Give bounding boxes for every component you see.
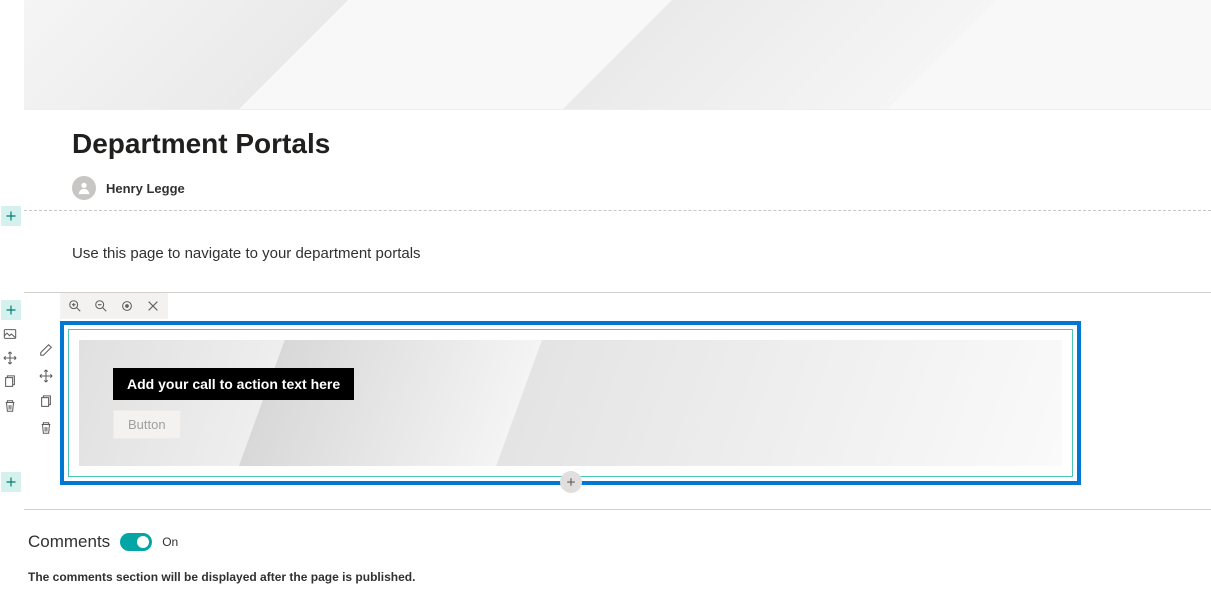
remove-image-icon[interactable] [144,297,162,315]
focal-point-icon[interactable] [118,297,136,315]
comments-toggle[interactable] [120,533,152,551]
webpart-move-icon[interactable] [36,366,56,386]
comments-note: The comments section will be displayed a… [28,570,1207,584]
add-section-button-top[interactable] [1,206,21,226]
section-delete-icon[interactable] [0,396,20,416]
section-move-icon[interactable] [0,348,20,368]
cta-headline-input[interactable]: Add your call to action text here [113,368,354,400]
page-title[interactable]: Department Portals [72,128,1163,160]
call-to-action-webpart[interactable]: Add your call to action text here Button [60,321,1081,485]
cta-button[interactable]: Button [113,410,181,439]
webpart-delete-icon[interactable] [36,418,56,438]
comments-toggle-state: On [162,535,178,549]
add-section-button-mid[interactable] [1,300,21,320]
image-toolbar [60,293,168,319]
add-webpart-below-button[interactable] [560,471,582,493]
section-background-icon[interactable] [0,324,20,344]
page-header-banner [24,0,1211,110]
webpart-duplicate-icon[interactable] [36,392,56,412]
webpart-edit-icon[interactable] [36,340,56,360]
cta-background-image: Add your call to action text here Button [79,340,1062,466]
author-avatar [72,176,96,200]
zoom-out-icon[interactable] [92,297,110,315]
add-section-button-bottom[interactable] [1,472,21,492]
author-name[interactable]: Henry Legge [106,181,185,196]
section-duplicate-icon[interactable] [0,372,20,392]
comments-heading: Comments [28,532,110,552]
intro-text[interactable]: Use this page to navigate to your depart… [24,211,1211,292]
zoom-in-icon[interactable] [66,297,84,315]
